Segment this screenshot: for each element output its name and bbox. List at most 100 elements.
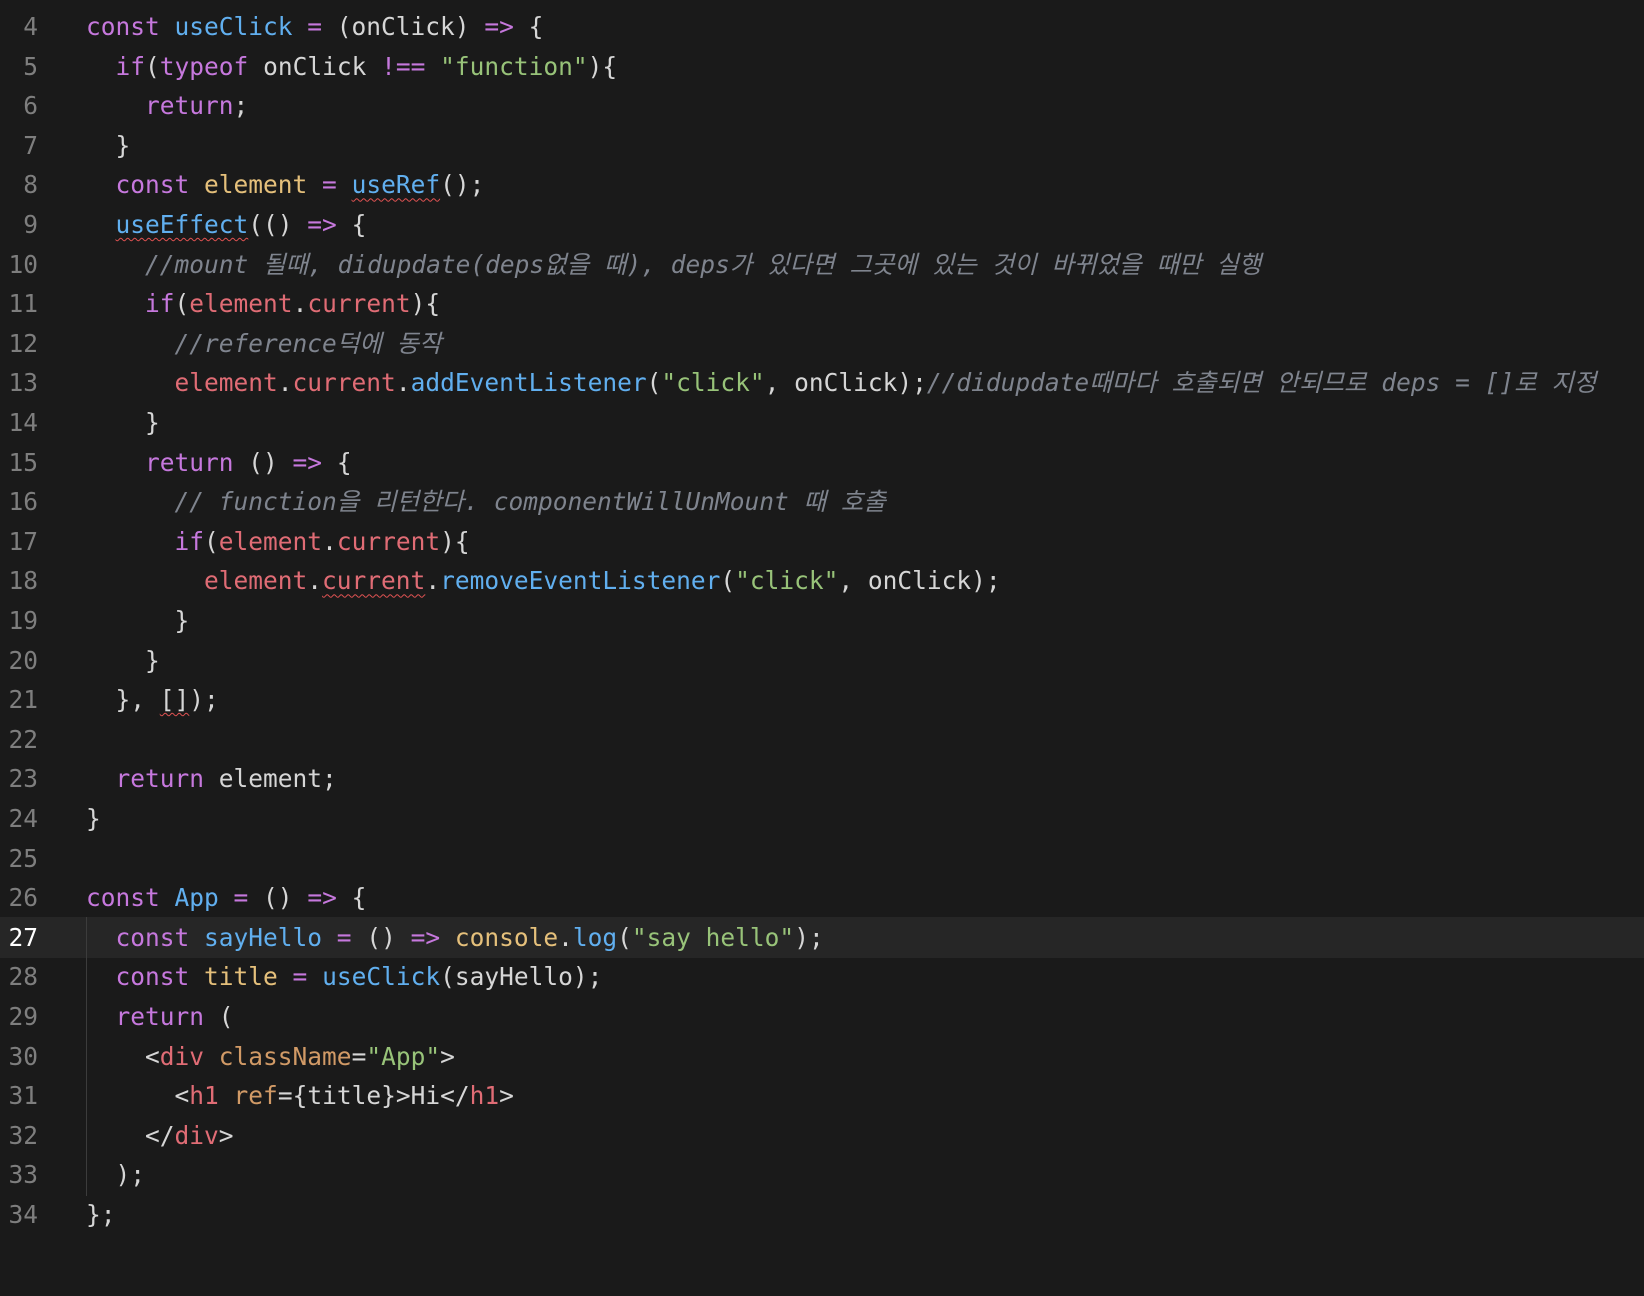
- code-text: return element;: [86, 758, 337, 800]
- code-line[interactable]: 22: [0, 719, 1644, 761]
- line-number: 20: [8, 645, 38, 675]
- code-text: const useClick = (onClick) => {: [86, 6, 543, 48]
- code-token: =>: [410, 922, 441, 952]
- code-token: useEffect: [115, 210, 249, 239]
- code-line[interactable]: 13 element.current.addEventListener("cli…: [0, 362, 1644, 404]
- code-text: const element = useRef();: [86, 164, 485, 206]
- code-token: ();: [440, 170, 485, 200]
- code-token: (sayHello);: [440, 962, 603, 992]
- code-text: const title = useClick(sayHello);: [86, 956, 603, 998]
- code-line[interactable]: 8 const element = useRef();: [0, 164, 1644, 206]
- code-token: if: [145, 289, 175, 319]
- code-text: );: [86, 1154, 146, 1196]
- code-line[interactable]: 31 <h1 ref={title}>Hi</h1>: [0, 1075, 1644, 1117]
- code-token: div: [159, 1041, 205, 1071]
- code-line[interactable]: 4 const useClick = (onClick) => {: [0, 6, 1644, 48]
- line-number: 10: [8, 249, 38, 279]
- code-line[interactable]: 24}: [0, 798, 1644, 840]
- code-line[interactable]: 27 const sayHello = () => console.log("s…: [0, 916, 1644, 959]
- code-token: // function을 리턴한다. componentWillUnMount …: [174, 487, 886, 517]
- code-line[interactable]: 26 const App = () => {: [0, 877, 1644, 919]
- code-line[interactable]: 10 //mount 될때, didupdate(deps없을 때), deps…: [0, 244, 1644, 286]
- code-line[interactable]: 23 return element;: [0, 758, 1644, 800]
- code-token: =: [307, 170, 352, 200]
- code-text: }: [86, 798, 101, 840]
- code-token: useClick: [174, 12, 293, 41]
- code-line[interactable]: 34};: [0, 1194, 1644, 1236]
- line-number: 24: [8, 804, 38, 833]
- code-token: (: [617, 922, 632, 952]
- code-line[interactable]: 20 }: [0, 640, 1644, 682]
- code-token: =: [292, 12, 337, 41]
- code-line[interactable]: 33 );: [0, 1154, 1644, 1196]
- code-token: const: [86, 883, 175, 913]
- code-token: h1: [469, 1081, 500, 1111]
- line-number: 21: [8, 685, 38, 715]
- code-token: ={title}>Hi</: [277, 1081, 470, 1111]
- code-line[interactable]: 7 }: [0, 125, 1644, 167]
- code-token: }: [86, 408, 160, 437]
- code-text: if(element.current){: [86, 283, 440, 325]
- code-token: >: [218, 1120, 234, 1150]
- code-token: return: [115, 764, 205, 794]
- code-token: "App": [366, 1041, 441, 1071]
- line-number: 9: [23, 210, 38, 239]
- code-text: <div className="App">: [86, 1036, 455, 1078]
- code-line[interactable]: 5 if(typeof onClick !== "function"){: [0, 46, 1644, 88]
- code-line[interactable]: 17 if(element.current){: [0, 521, 1644, 563]
- line-number: 15: [8, 447, 38, 477]
- code-line[interactable]: 12 //reference덕에 동작: [0, 323, 1644, 365]
- code-token: removeEventListener: [440, 566, 721, 596]
- code-text: </div>: [86, 1115, 234, 1157]
- code-token: const: [115, 170, 205, 200]
- code-token: <: [86, 1041, 160, 1071]
- code-token: div: [174, 1120, 219, 1150]
- line-number: 27: [8, 922, 38, 952]
- code-token: >: [499, 1081, 514, 1111]
- code-token: element: [189, 289, 293, 319]
- code-line[interactable]: 18 element.current.removeEventListener("…: [0, 560, 1644, 602]
- code-token: ((): [248, 210, 308, 239]
- code-line[interactable]: 29 return (: [0, 996, 1644, 1038]
- code-line[interactable]: 11 if(element.current){: [0, 283, 1644, 325]
- code-token: {: [322, 447, 352, 477]
- code-token: , onClick);: [838, 566, 1001, 596]
- code-text: }: [86, 640, 160, 682]
- code-line[interactable]: 28 const title = useClick(sayHello);: [0, 956, 1644, 998]
- code-token: .: [558, 922, 573, 952]
- code-token: log: [572, 922, 618, 952]
- code-line[interactable]: 19 }: [0, 600, 1644, 642]
- code-token: (onClick): [336, 12, 485, 41]
- code-line[interactable]: 9 useEffect(() => {: [0, 204, 1644, 246]
- line-number: 25: [8, 843, 38, 873]
- code-editor[interactable]: 4 const useClick = (onClick) => {5 if(typ…: [0, 6, 1644, 1296]
- line-number: 8: [23, 170, 38, 200]
- line-number: 22: [8, 724, 38, 754]
- code-token: ){: [410, 289, 441, 319]
- code-line[interactable]: 21 }, []);: [0, 679, 1644, 721]
- code-line[interactable]: 30 <div className="App">: [0, 1035, 1644, 1078]
- line-number: 13: [8, 368, 38, 398]
- code-line[interactable]: 6 return;: [0, 85, 1644, 127]
- code-token: );: [189, 685, 219, 715]
- code-line[interactable]: 16 // function을 리턴한다. componentWillUnMou…: [0, 481, 1644, 523]
- code-token: h1: [189, 1081, 219, 1111]
- code-text: element.current.removeEventListener("cli…: [86, 560, 1001, 602]
- line-number: 31: [8, 1081, 38, 1111]
- code-line[interactable]: 15 return () => {: [0, 442, 1644, 484]
- line-number: 23: [8, 764, 38, 794]
- code-line[interactable]: 32 </div>: [0, 1114, 1644, 1157]
- code-token: }: [86, 130, 131, 160]
- code-text: element.current.addEventListener("click"…: [86, 362, 1597, 404]
- code-token: .: [425, 566, 441, 596]
- code-token: >: [440, 1041, 455, 1071]
- code-token: (: [204, 1002, 234, 1031]
- code-line[interactable]: 25: [0, 838, 1644, 880]
- code-line[interactable]: 14 }: [0, 402, 1644, 444]
- code-token: typeof: [159, 51, 249, 81]
